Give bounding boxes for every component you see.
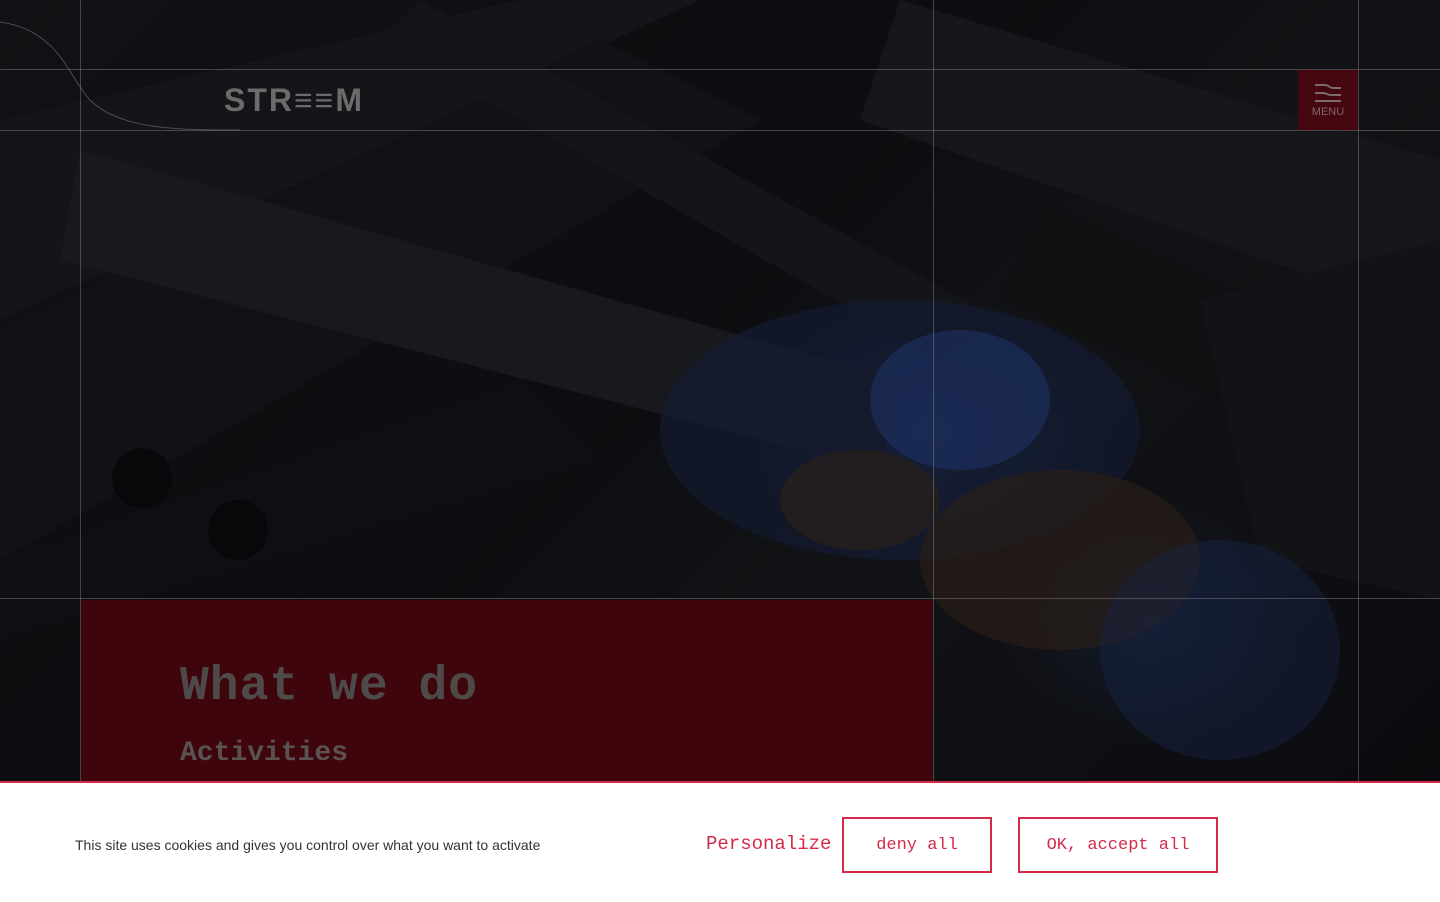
menu-label: MENU (1311, 106, 1345, 118)
cookie-message: This site uses cookies and gives you con… (75, 837, 541, 853)
hamburger-wave-icon (1315, 84, 1341, 102)
cookie-consent-bar: This site uses cookies and gives you con… (0, 781, 1440, 902)
cookie-accept-all-button[interactable]: OK, accept all (1018, 817, 1218, 873)
page-subtitle: Activities (180, 738, 349, 769)
site-logo[interactable]: STR≡≡M (224, 82, 364, 119)
cookie-personalize-button[interactable]: Personalize (706, 833, 831, 855)
page-title: What we do (180, 660, 479, 714)
cookie-deny-all-button[interactable]: deny all (842, 817, 992, 873)
menu-button[interactable]: MENU (1298, 70, 1358, 130)
